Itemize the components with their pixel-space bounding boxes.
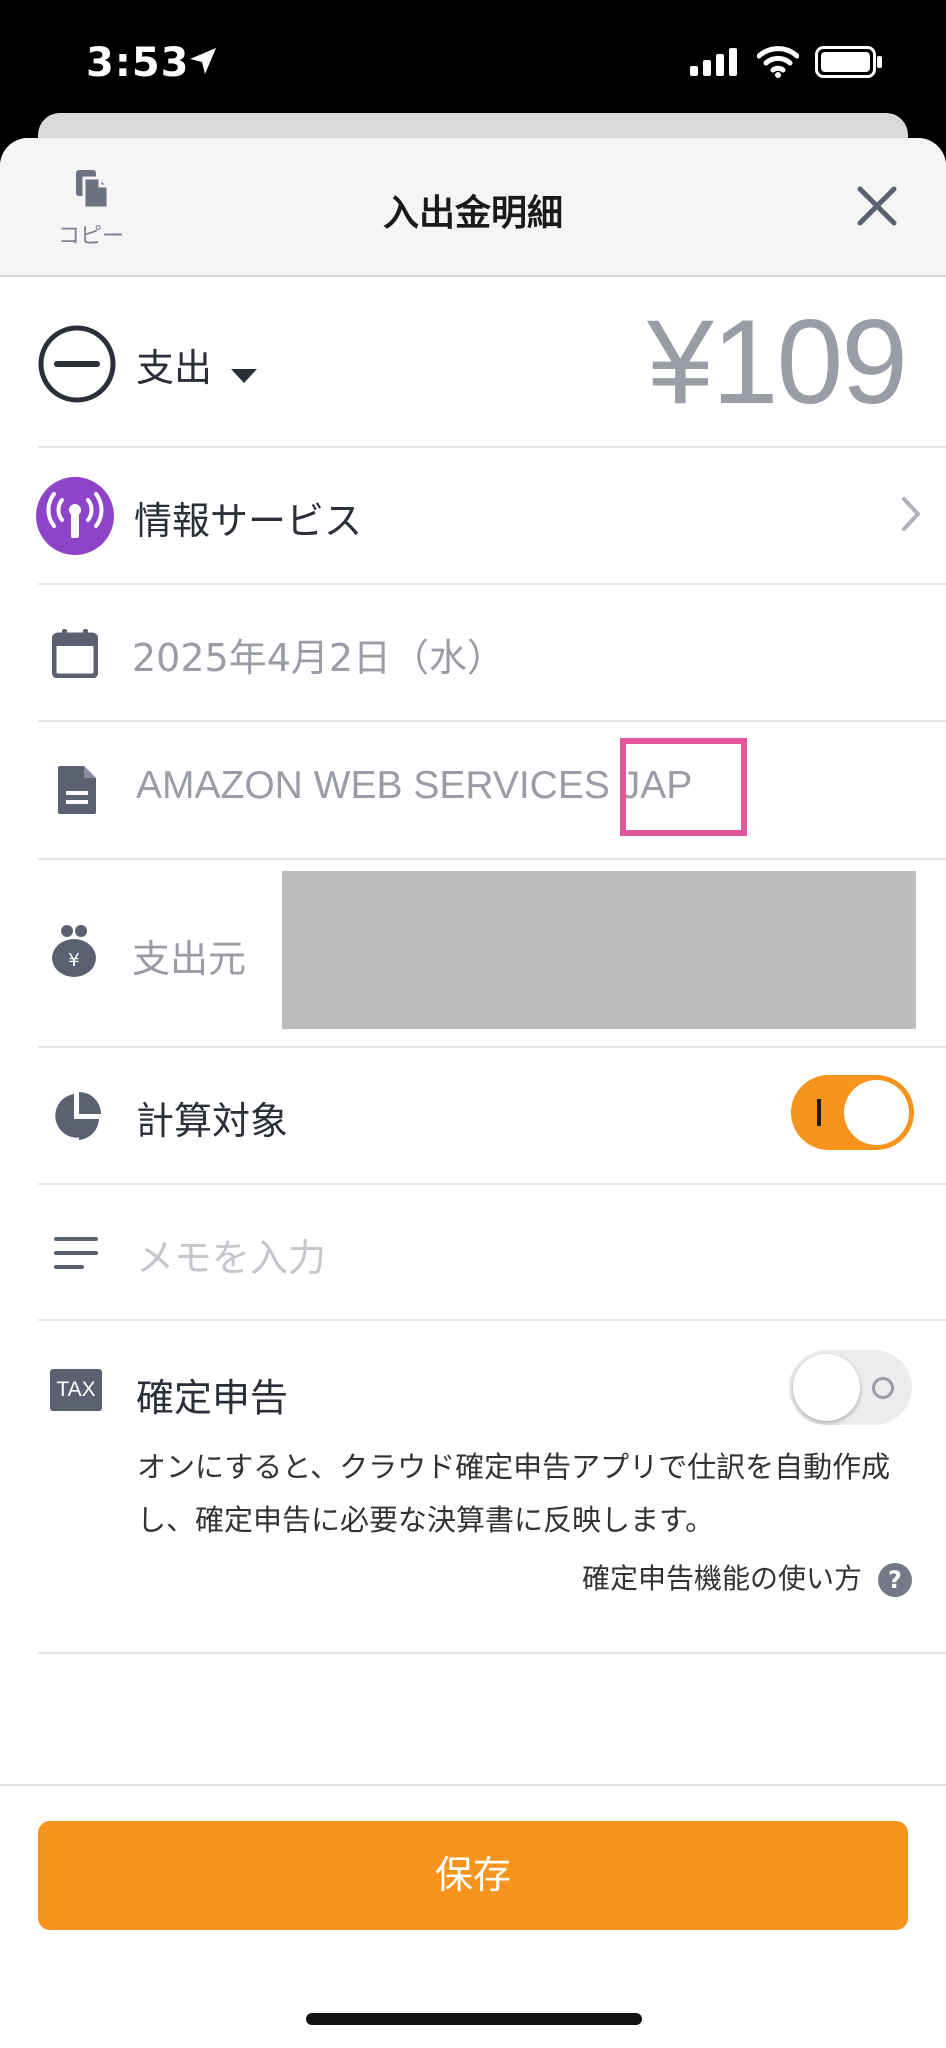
home-indicator xyxy=(306,2013,642,2025)
memo-input[interactable]: メモを入力 xyxy=(136,1227,326,1282)
description-value: AMAZON WEB SERVICES JAP xyxy=(136,764,693,807)
transaction-detail-sheet: コピー 入出金明細 支出 ¥109 情報サービス 2025年4月2日（水） AM… xyxy=(0,138,946,2048)
question-icon: ? xyxy=(878,1563,912,1597)
category-row[interactable]: 情報サービス xyxy=(36,448,946,585)
svg-text:¥: ¥ xyxy=(68,950,79,971)
lines-icon xyxy=(54,1237,98,1269)
nav-bar: コピー 入出金明細 xyxy=(0,138,946,277)
footer-divider xyxy=(0,1784,946,1786)
money-bag-icon: ¥ xyxy=(52,925,96,977)
tax-filing-row: TAX 確定申告 オンにすると、クラウド確定申告アプリで仕訳を自動作成し、確定申… xyxy=(38,1321,946,1654)
broadcast-icon xyxy=(36,477,114,555)
type-amount-row: 支出 ¥109 xyxy=(38,277,946,448)
redacted-region xyxy=(282,871,916,1029)
cellular-signal-icon xyxy=(690,48,737,76)
category-label: 情報サービス xyxy=(134,499,363,543)
highlight-annotation xyxy=(620,738,747,836)
tax-badge-icon: TAX xyxy=(50,1369,102,1411)
minus-circle-icon xyxy=(38,325,116,403)
payment-source-row[interactable]: ¥ 支出元 xyxy=(38,860,946,1048)
toggle-knob xyxy=(793,1354,860,1421)
page-title: 入出金明細 xyxy=(382,193,563,234)
toggle-knob xyxy=(844,1080,909,1145)
tax-filing-description: オンにすると、クラウド確定申告アプリで仕訳を自動作成し、確定申告に必要な決算書に… xyxy=(137,1450,891,1537)
location-arrow-icon xyxy=(190,48,216,74)
document-icon xyxy=(58,766,96,814)
memo-row[interactable]: メモを入力 xyxy=(38,1185,946,1321)
toggle-off-mark xyxy=(872,1377,894,1399)
description-row[interactable]: AMAZON WEB SERVICES JAP xyxy=(38,722,946,860)
pie-chart-icon xyxy=(55,1092,101,1140)
amount-value[interactable]: ¥109 xyxy=(647,293,908,431)
transaction-type-label: 支出 xyxy=(136,346,213,390)
calculation-target-label: 計算対象 xyxy=(136,1099,289,1143)
calculation-target-row: 計算対象 xyxy=(38,1048,946,1185)
battery-icon xyxy=(815,46,882,78)
payment-source-label: 支出元 xyxy=(132,937,247,981)
tax-help-link[interactable]: 確定申告機能の使い方? xyxy=(582,1557,912,1597)
calendar-icon xyxy=(52,629,98,678)
wifi-icon xyxy=(757,46,799,78)
tax-help-link-label: 確定申告機能の使い方 xyxy=(581,1562,862,1595)
transaction-type-selector[interactable]: 支出 xyxy=(136,337,258,393)
date-value: 2025年4月2日（水） xyxy=(132,636,506,680)
caret-down-icon xyxy=(231,368,258,383)
calculation-target-toggle[interactable] xyxy=(791,1075,914,1150)
close-icon[interactable] xyxy=(852,181,902,231)
save-button[interactable]: 保存 xyxy=(38,1821,908,1930)
tax-filing-toggle[interactable] xyxy=(789,1350,912,1425)
chevron-right-icon xyxy=(902,497,920,531)
status-time: 3:53 xyxy=(86,40,190,86)
date-row[interactable]: 2025年4月2日（水） xyxy=(38,585,946,722)
toggle-on-mark xyxy=(817,1099,821,1126)
tax-filing-label: 確定申告 xyxy=(136,1376,289,1420)
